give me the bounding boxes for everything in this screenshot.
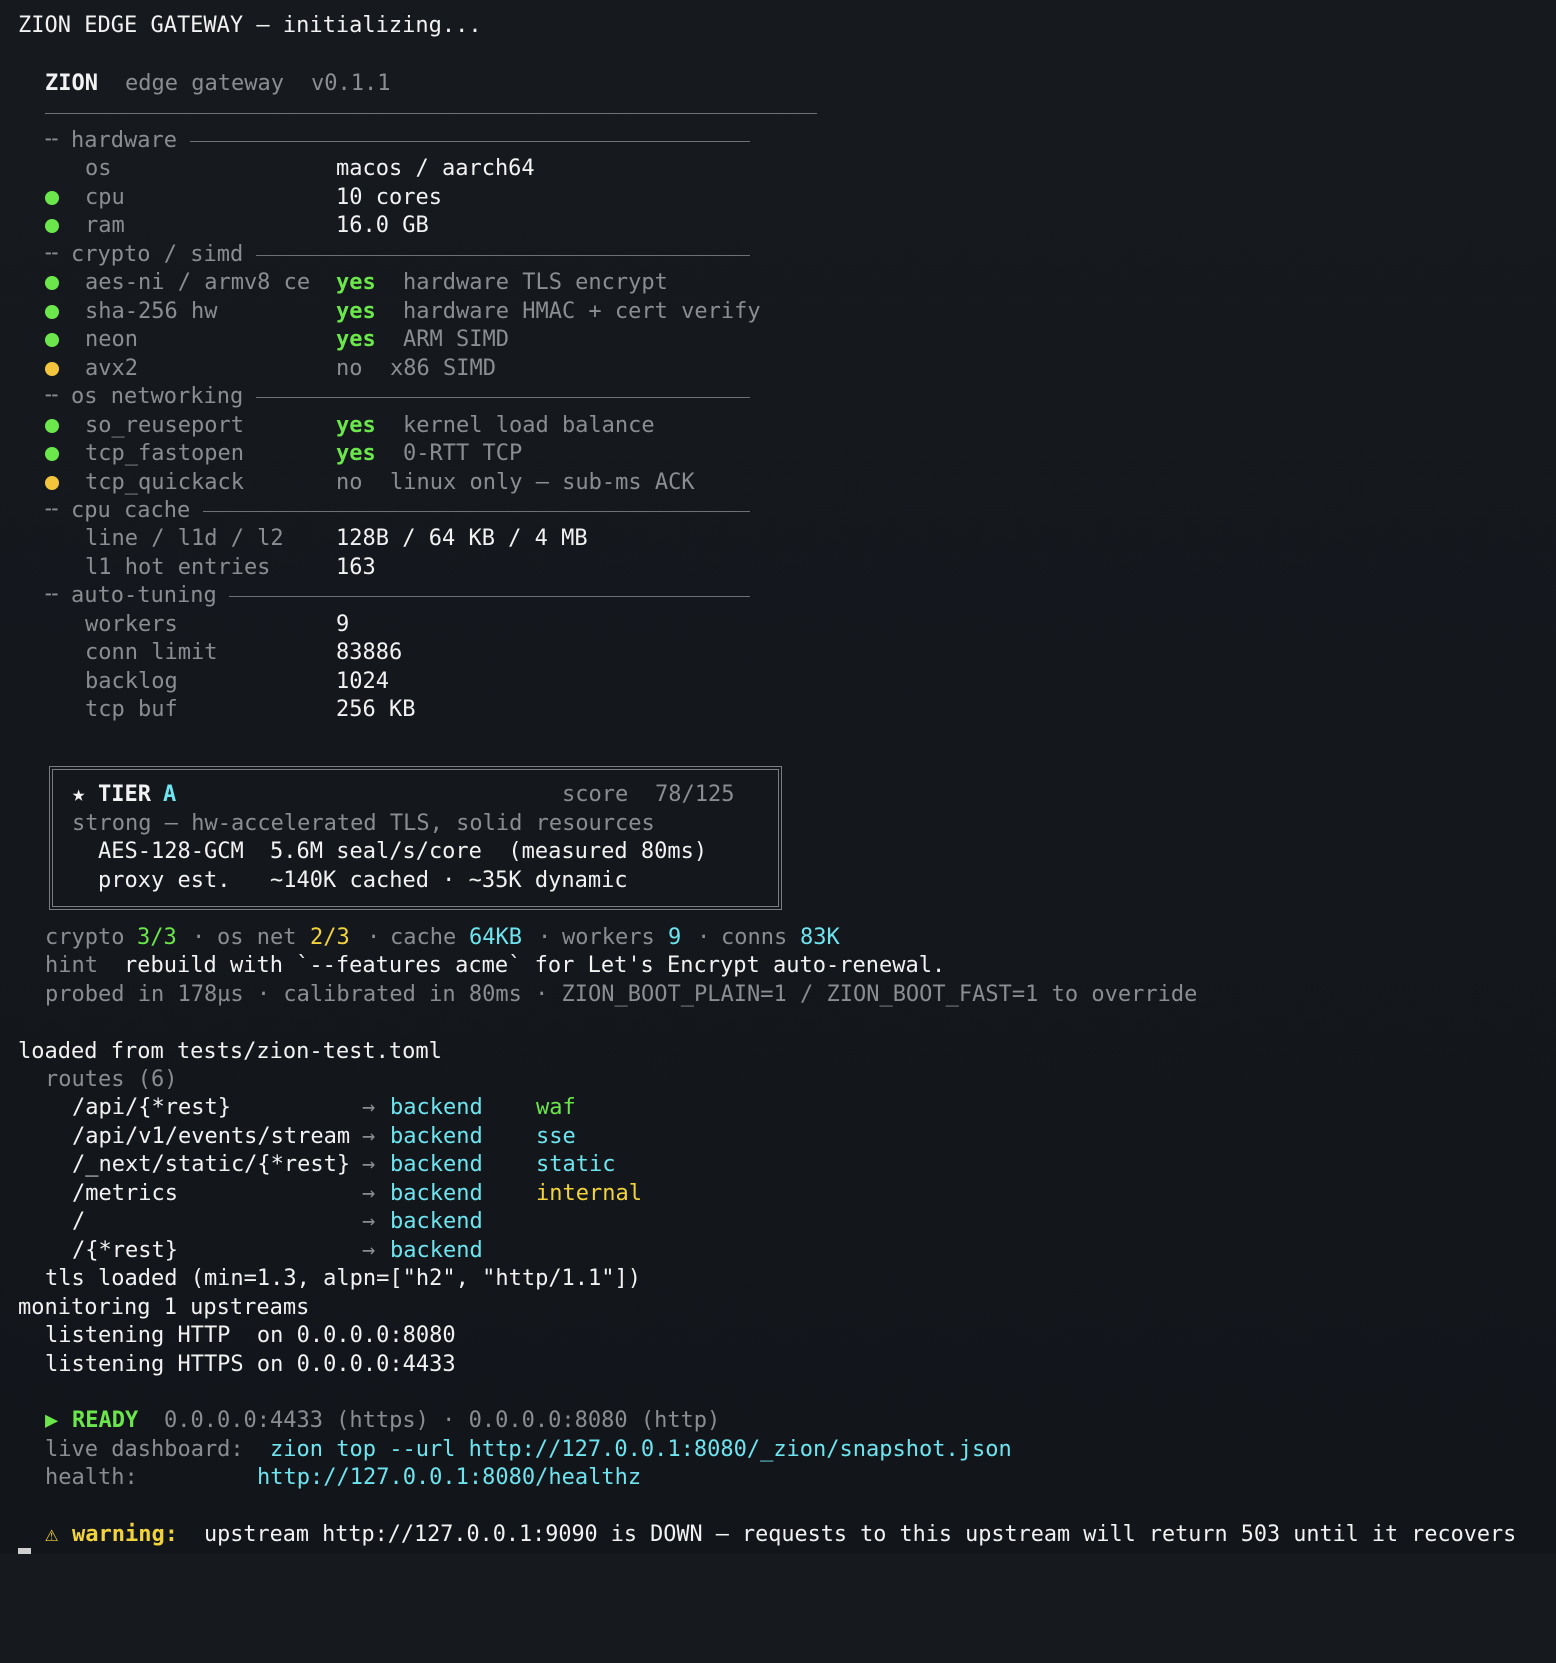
arrow-right-icon: →: [362, 1181, 376, 1206]
status-dot-ok-icon: [45, 333, 59, 347]
net-row: so_reuseport yes kernel load balance: [0, 412, 1000, 440]
dashboard-line: live dashboard: zion top --url http://12…: [0, 1436, 1200, 1464]
status-dot-warn-icon: [45, 476, 59, 490]
crypto-row: sha-256 hw yes hardware HMAC + cert veri…: [0, 298, 1000, 326]
section-crypto: ╌ crypto / simd: [45, 242, 244, 267]
star-icon: ★: [72, 782, 86, 807]
tier-proxy: proxy est. ~140K cached · ~35K dynamic: [98, 868, 628, 893]
arrow-right-icon: →: [362, 1152, 376, 1177]
banner-divider: [45, 113, 817, 114]
health-link[interactable]: http://127.0.0.1:8080/healthz: [257, 1464, 641, 1492]
arrow-right-icon: →: [362, 1095, 376, 1120]
stats-line: crypto 3/3 · os net 2/3 · cache 64KB · w…: [45, 925, 840, 950]
section-divider: [229, 596, 750, 597]
listen-https-line: listening HTTPS on 0.0.0.0:4433: [45, 1352, 456, 1377]
cache-row: l1 hot entries 163: [85, 555, 376, 580]
section-divider: [203, 511, 750, 512]
section-divider: [190, 141, 750, 142]
tier-header: ★ TIER A score 78/125: [0, 781, 1000, 809]
tls-line: tls loaded (min=1.3, alpn=["h2", "http/1…: [45, 1266, 642, 1291]
arrow-right-icon: →: [362, 1209, 376, 1234]
routes-header: routes (6): [45, 1067, 178, 1092]
crypto-row: aes-ni / armv8 ce yes hardware TLS encry…: [0, 269, 1000, 297]
banner-subtitle: edge gateway: [125, 71, 284, 96]
tuning-row: conn limit 83886: [85, 640, 403, 665]
route-row: /api/{*rest} → backend waf: [0, 1094, 1000, 1122]
hw-row-cpu: cpu 10 cores: [0, 184, 1000, 212]
section-net: ╌ os networking: [45, 384, 244, 409]
cache-row: line / l1d / l2 128B / 64 KB / 4 MB: [85, 526, 588, 551]
status-dot-ok-icon: [45, 447, 59, 461]
banner-name: ZION: [45, 71, 98, 96]
tier-aes: AES-128-GCM 5.6M seal/s/core (measured 8…: [98, 839, 708, 864]
ready-label: READY: [72, 1408, 139, 1433]
section-cache: ╌ cpu cache: [45, 498, 191, 523]
terminal-window[interactable]: ZION EDGE GATEWAY — initializing... ZION…: [0, 0, 1556, 1554]
route-row: /_next/static/{*rest} → backend static: [0, 1151, 1000, 1179]
tuning-row: backlog 1024: [85, 669, 389, 694]
section-divider: [256, 397, 750, 398]
warning-icon: ⚠: [45, 1522, 59, 1547]
loaded-line: loaded from tests/zion-test.toml: [18, 1039, 442, 1064]
terminal-cursor: [18, 1548, 31, 1554]
dashboard-command[interactable]: zion top --url http://127.0.0.1:8080/_zi…: [270, 1436, 1012, 1464]
status-dot-ok-icon: [45, 276, 59, 290]
section-tuning: ╌ auto-tuning: [45, 583, 217, 608]
status-dot-warn-icon: [45, 362, 59, 376]
arrow-right-icon: →: [362, 1124, 376, 1149]
init-line: ZION EDGE GATEWAY — initializing...: [18, 13, 482, 38]
banner-version: v0.1.1: [311, 71, 391, 96]
hw-row-os: os macos / aarch64: [85, 156, 535, 181]
route-row: / → backend: [0, 1208, 1000, 1236]
section-divider: [256, 255, 750, 256]
status-dot-ok-icon: [45, 305, 59, 319]
section-hardware: ╌ hardware: [45, 128, 177, 153]
arrow-right-icon: →: [362, 1238, 376, 1263]
crypto-row: neon yes ARM SIMD: [0, 326, 1000, 354]
tuning-row: tcp buf 256 KB: [85, 697, 416, 722]
route-row: /metrics → backend internal: [0, 1180, 1000, 1208]
banner: ZION edge gateway v0.1.1: [45, 70, 390, 98]
tuning-row: workers 9: [85, 612, 350, 637]
crypto-row: avx2 no x86 SIMD: [0, 355, 1000, 383]
probed-line: probed in 178µs · calibrated in 80ms · Z…: [45, 982, 1198, 1007]
route-row: /api/v1/events/stream → backend sse: [0, 1123, 1000, 1151]
listen-http-line: listening HTTP on 0.0.0.0:8080: [45, 1323, 456, 1348]
hw-row-ram: ram 16.0 GB: [0, 212, 1000, 240]
status-dot-ok-icon: [45, 219, 59, 233]
ready-line: ▶ READY 0.0.0.0:4433 (https) · 0.0.0.0:8…: [0, 1407, 1200, 1435]
net-row: tcp_fastopen yes 0-RTT TCP: [0, 440, 1000, 468]
status-dot-ok-icon: [45, 419, 59, 433]
tier-summary: strong — hw-accelerated TLS, solid resou…: [72, 811, 655, 836]
net-row: tcp_quickack no linux only — sub-ms ACK: [0, 469, 1000, 497]
route-row: /{*rest} → backend: [0, 1237, 1000, 1265]
health-line: health: http://127.0.0.1:8080/healthz: [0, 1464, 1200, 1492]
warning-line: ⚠ warning: upstream http://127.0.0.1:909…: [0, 1521, 1556, 1549]
play-icon: ▶: [45, 1408, 59, 1433]
warning-label: warning:: [72, 1522, 178, 1547]
monitoring-line: monitoring 1 upstreams: [18, 1295, 310, 1320]
status-dot-ok-icon: [45, 191, 59, 205]
hint-line: hint rebuild with `--features acme` for …: [45, 953, 946, 978]
